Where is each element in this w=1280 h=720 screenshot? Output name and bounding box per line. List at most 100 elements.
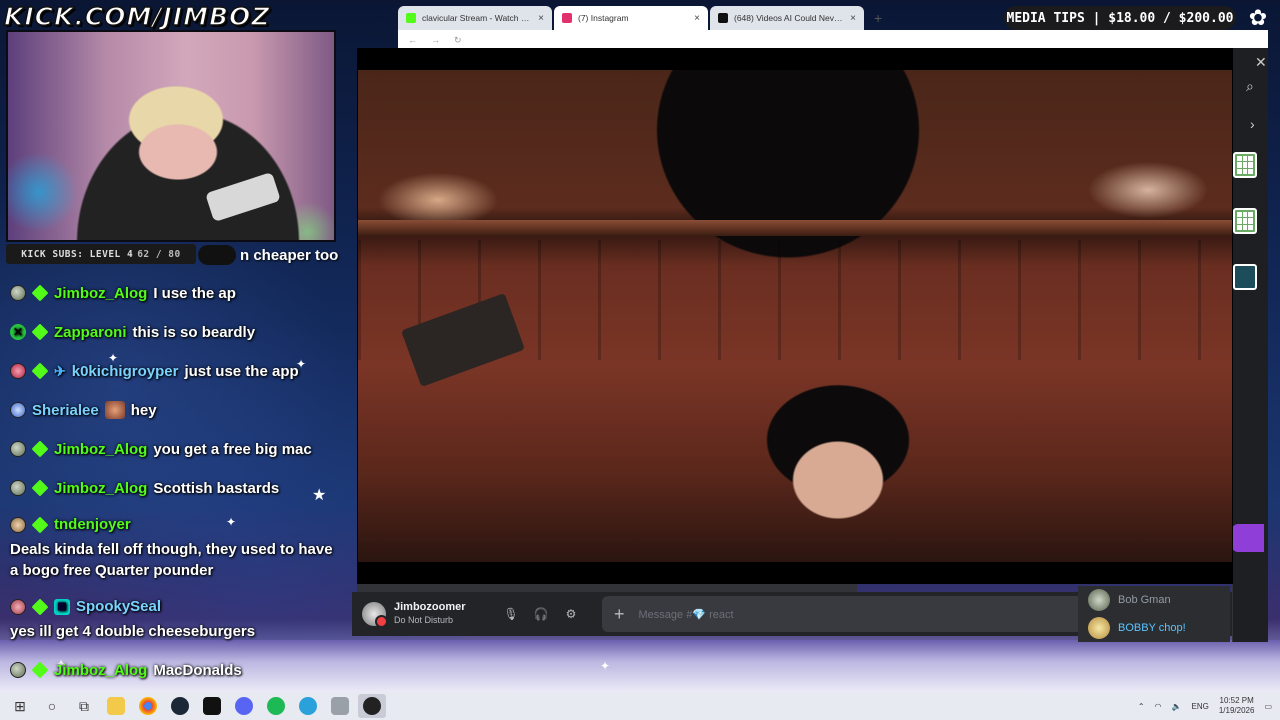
browser-toolbar: ← → ↻ [398, 30, 1268, 50]
message-placeholder: Message #💎 react [638, 608, 734, 621]
chat-text: Scottish bastards [153, 479, 280, 497]
browser-tab[interactable]: (648) Videos AI Could Never Re × [710, 6, 864, 30]
plane-badge-icon: ✈ [54, 362, 66, 379]
user-avatar[interactable] [362, 602, 388, 628]
forward-icon[interactable]: → [431, 35, 440, 45]
windows-taskbar: ⊞ ○ ⧉ ⌃ ◠ 🔈 ENG 10:52 PM 1/19/2026 ▭ [0, 692, 1280, 720]
browser-tab-strip: clavicular Stream - Watch Live o × (7) I… [398, 4, 1004, 30]
emote-image [198, 245, 236, 265]
chat-username[interactable]: Zapparoni [54, 324, 127, 341]
chat-text: Deals kinda fell off though, they used t… [10, 541, 333, 579]
sub-badge-icon [31, 661, 49, 679]
chat-text: you get a free big mac [153, 440, 312, 458]
tab-close-icon[interactable]: × [850, 13, 856, 24]
user-avatar-icon [10, 480, 26, 496]
add-attachment-icon[interactable]: + [614, 604, 625, 625]
browser-tab-active[interactable]: (7) Instagram × [554, 6, 708, 30]
stream-brand-url: KICK.COM/JIMBOZ [3, 1, 271, 32]
telegram-icon[interactable] [294, 694, 322, 718]
chat-username[interactable]: Jimboz_Alog [54, 285, 147, 302]
steam-icon[interactable] [166, 694, 194, 718]
user-avatar-icon [10, 662, 26, 678]
chat-message: ✈ k0kichigroyper just use the app [10, 360, 345, 382]
chevron-up-icon[interactable]: ⌃ [1138, 702, 1145, 711]
emote-image [104, 401, 125, 419]
chat-text: MacDonalds [153, 661, 242, 679]
windows-start-icon[interactable]: ⊞ [6, 694, 34, 718]
subs-count: 62 / 80 [137, 248, 181, 260]
wordle-app-icon[interactable] [1233, 208, 1257, 234]
wifi-icon[interactable]: ◠ [1155, 702, 1162, 711]
grid-badge-icon: ▦ [54, 598, 70, 615]
microphone-icon[interactable]: 🎙 [500, 603, 522, 625]
x-favicon-icon [718, 13, 728, 23]
chat-text: I use the ap [153, 284, 236, 302]
chat-text: hey [130, 401, 157, 419]
app-icon[interactable] [1233, 264, 1257, 290]
discord-username: Jimbozoomer [394, 601, 466, 613]
chat-username[interactable]: k0kichigroyper [72, 363, 179, 380]
discord-user-panel: Jimbozoomer Do Not Disturb 🎙 🎧 ⚙ [352, 592, 592, 636]
chat-message: ▦ SpookySeal yes ill get 4 double cheese… [10, 598, 345, 642]
tab-close-icon[interactable]: × [694, 13, 700, 24]
member-item[interactable]: BOBBY chop! [1078, 614, 1230, 642]
user-avatar-icon [10, 598, 26, 615]
member-item[interactable]: Bob Gman [1078, 586, 1230, 614]
clock[interactable]: 10:52 PM 1/19/2026 [1219, 696, 1255, 716]
new-tab-button[interactable]: + [866, 10, 890, 30]
chat-feed: Jimboz_Alog I use the ap ✕ Zapparoni thi… [10, 282, 345, 698]
back-icon[interactable]: ← [408, 35, 417, 45]
sub-badge-icon [31, 323, 49, 341]
user-avatar-icon [10, 402, 26, 418]
chrome-icon[interactable] [134, 694, 162, 718]
discord-icon[interactable] [230, 694, 258, 718]
chat-username[interactable]: Sherialee [32, 402, 99, 419]
language-indicator[interactable]: ENG [1192, 702, 1209, 711]
obs-icon[interactable] [358, 694, 386, 718]
system-tray: ⌃ ◠ 🔈 ENG 10:52 PM 1/19/2026 ▭ [1138, 692, 1272, 720]
subs-label: KICK SUBS: LEVEL 4 [21, 248, 134, 260]
chat-username[interactable]: Jimboz_Alog [54, 441, 147, 458]
gear-icon[interactable]: ⚙ [560, 603, 582, 625]
user-avatar-icon [10, 441, 26, 457]
video-player[interactable] [357, 48, 1233, 584]
microphone [205, 171, 281, 223]
sub-badge-icon [31, 479, 49, 497]
sub-badge-icon [31, 284, 49, 302]
reload-icon[interactable]: ↻ [454, 35, 462, 46]
tab-close-icon[interactable]: × [538, 13, 544, 24]
user-avatar-icon [10, 516, 26, 533]
sub-badge-icon [31, 516, 49, 533]
headphones-icon[interactable]: 🎧 [530, 603, 552, 625]
spotify-icon[interactable] [262, 694, 290, 718]
member-name: Bob Gman [1118, 594, 1171, 606]
chat-username[interactable]: SpookySeal [76, 598, 161, 615]
user-avatar-icon [10, 285, 26, 301]
subs-progress-bar: KICK SUBS: LEVEL 4 62 / 80 [6, 244, 196, 264]
search-icon[interactable]: ⌕ [1246, 78, 1254, 95]
app-icon[interactable] [326, 694, 354, 718]
member-list: Bob Gman BOBBY chop! [1078, 586, 1230, 642]
chat-username[interactable]: tndenjoyer [54, 516, 131, 533]
notification-icon[interactable]: ▭ [1264, 702, 1272, 711]
chevron-right-icon[interactable]: › [1250, 116, 1255, 132]
task-view-icon[interactable]: ⧉ [70, 694, 98, 718]
wordle-app-icon[interactable] [1233, 152, 1257, 178]
close-icon[interactable]: ✕ [1255, 54, 1267, 71]
chat-text: just use the app [184, 362, 299, 380]
video-bench-rail [358, 220, 1232, 236]
file-explorer-icon[interactable] [102, 694, 130, 718]
chat-username[interactable]: Jimboz_Alog [54, 662, 147, 679]
volume-icon[interactable]: 🔈 [1172, 702, 1182, 711]
sub-badge-icon [31, 362, 49, 380]
chat-partial-text: n cheaper too [240, 246, 339, 264]
nitro-button[interactable] [1232, 524, 1264, 552]
chat-message: Sherialee hey [10, 399, 345, 421]
sub-badge-icon [31, 440, 49, 458]
chat-message: Jimboz_Alog you get a free big mac [10, 438, 345, 460]
terminal-icon[interactable] [198, 694, 226, 718]
browser-tab[interactable]: clavicular Stream - Watch Live o × [398, 6, 552, 30]
star-decoration: ✦ [600, 659, 611, 673]
search-icon[interactable]: ○ [38, 694, 66, 718]
chat-username[interactable]: Jimboz_Alog [54, 480, 147, 497]
